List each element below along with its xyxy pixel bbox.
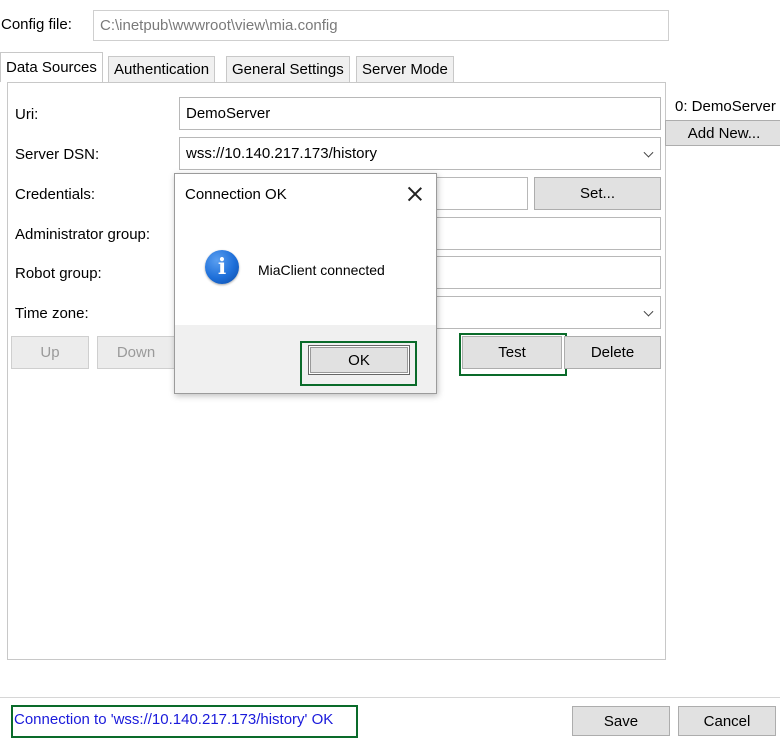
tab-general-settings[interactable]: General Settings bbox=[226, 56, 350, 82]
administrator-group-label: Administrator group: bbox=[15, 226, 151, 243]
config-file-label: Config file: bbox=[1, 16, 72, 33]
connection-ok-dialog: Connection OK i MiaClient connected OK bbox=[174, 173, 437, 394]
server-dsn-label: Server DSN: bbox=[15, 146, 100, 163]
cancel-button[interactable]: Cancel bbox=[678, 706, 776, 736]
tab-server-mode[interactable]: Server Mode bbox=[356, 56, 454, 82]
server-list-item[interactable]: 0: DemoServer bbox=[675, 98, 776, 115]
chevron-down-icon bbox=[643, 147, 654, 158]
footer-divider bbox=[0, 697, 780, 698]
server-dsn-select[interactable]: wss://10.140.217.173/history bbox=[179, 137, 661, 170]
status-highlight bbox=[11, 705, 358, 738]
time-zone-label: Time zone: bbox=[15, 305, 89, 322]
dialog-title: Connection OK bbox=[185, 186, 287, 203]
delete-button[interactable]: Delete bbox=[564, 336, 661, 369]
close-icon[interactable] bbox=[407, 186, 423, 202]
info-icon: i bbox=[205, 250, 239, 284]
tab-authentication[interactable]: Authentication bbox=[108, 56, 216, 82]
dialog-message: MiaClient connected bbox=[258, 262, 385, 278]
server-dsn-value: wss://10.140.217.173/history bbox=[186, 145, 377, 162]
config-file-path-input[interactable]: C:\inetpub\wwwroot\view\mia.config bbox=[93, 10, 669, 41]
uri-input[interactable]: DemoServer bbox=[179, 97, 661, 130]
down-button[interactable]: Down bbox=[97, 336, 175, 369]
robot-group-label: Robot group: bbox=[15, 265, 102, 282]
save-button[interactable]: Save bbox=[572, 706, 670, 736]
uri-label: Uri: bbox=[15, 106, 39, 123]
test-button-highlight bbox=[459, 333, 567, 376]
chevron-down-icon bbox=[643, 306, 654, 317]
add-new-button[interactable]: Add New... bbox=[665, 120, 780, 146]
set-credentials-button[interactable]: Set... bbox=[534, 177, 661, 210]
tab-data-sources[interactable]: Data Sources bbox=[0, 52, 103, 82]
dialog-ok-button[interactable]: OK bbox=[308, 345, 410, 375]
up-button[interactable]: Up bbox=[11, 336, 89, 369]
credentials-label: Credentials: bbox=[15, 186, 96, 203]
